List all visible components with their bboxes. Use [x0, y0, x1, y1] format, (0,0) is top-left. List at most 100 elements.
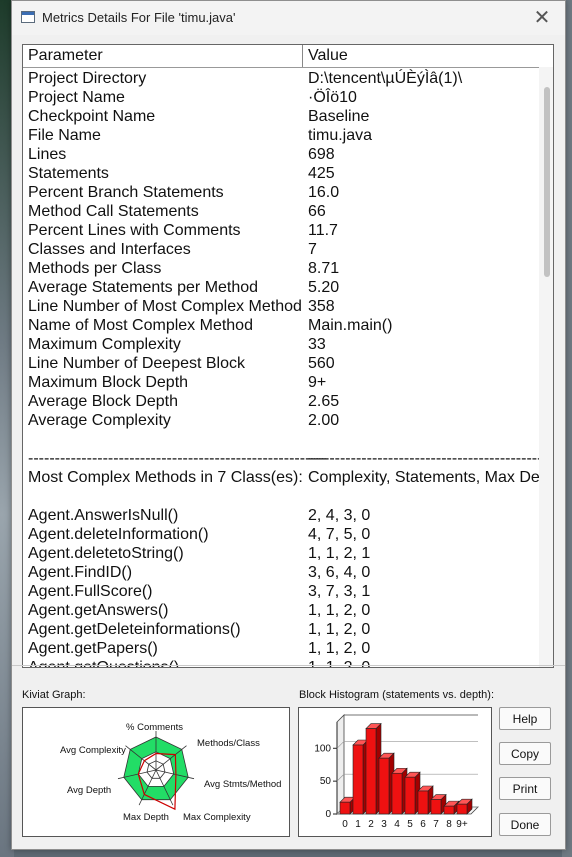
value-cell: 1, 1, 2, 0 [308, 602, 371, 619]
kiviat-axis-label: Avg Complexity [60, 745, 126, 756]
histogram-bar [417, 790, 429, 815]
table-row[interactable]: Agent.getPapers() 1, 1, 2, 0 [23, 639, 539, 658]
parameter-cell: Classes and Interfaces [28, 241, 191, 258]
vertical-scrollbar[interactable] [539, 67, 553, 667]
table-row[interactable]: Agent.getDeleteinformations() 1, 1, 2, 0 [23, 620, 539, 639]
parameter-cell: Lines [28, 146, 67, 163]
histogram-svg: 0501000 1 2 3 4 5 6 7 8 9+ [314, 714, 479, 830]
parameter-cell: Agent.deleteInformation() [28, 526, 209, 543]
kiviat-label: Kiviat Graph: [22, 689, 86, 701]
value-cell: 1, 1, 2, 0 [308, 659, 371, 668]
kiviat-graph: % Comments Methods/Class Avg Stmts/Method M… [22, 707, 290, 837]
table-row[interactable]: Average Block Depth 2.65 [23, 392, 539, 411]
histogram-bar [391, 772, 403, 815]
copy-button[interactable]: Copy [499, 742, 551, 765]
column-header-value[interactable]: Value [303, 45, 553, 67]
table-row[interactable] [23, 430, 539, 449]
table-row[interactable]: Most Complex Methods in 7 Class(es): Comp… [23, 468, 553, 487]
kiviat-axis-label: Avg Depth [67, 785, 111, 796]
table-row[interactable]: Maximum Complexity 33 [23, 335, 539, 354]
value-cell: 5.20 [308, 279, 340, 296]
close-icon[interactable]: ✕ [529, 5, 555, 31]
x-tick-label: 6 [420, 819, 426, 830]
table-row[interactable]: Agent.AnswerIsNull() 2, 4, 3, 0 [23, 506, 539, 525]
value-cell: 358 [308, 298, 335, 315]
value-cell: 16.0 [308, 184, 340, 201]
parameter-cell: Method Call Statements [28, 203, 199, 220]
print-button[interactable]: Print [499, 777, 551, 800]
table-row[interactable]: ----------------------------------------… [23, 449, 553, 468]
parameter-cell: Agent.getAnswers() [28, 602, 169, 619]
value-cell: 560 [308, 355, 335, 372]
table-row[interactable]: Project Directory D:\tencent\µÚÈýÌâ(1)\ [23, 69, 539, 88]
kiviat-svg: % Comments Methods/Class Avg Stmts/Method M… [60, 722, 281, 823]
table-row[interactable]: Name of Most Complex Method Main.main() [23, 316, 539, 335]
parameter-cell: Average Complexity [28, 412, 171, 429]
value-cell: 11.7 [308, 222, 338, 239]
histogram-bar [378, 757, 390, 815]
column-header-parameter[interactable]: Parameter [23, 45, 303, 67]
table-row[interactable]: Line Number of Deepest Block 560 [23, 354, 539, 373]
value-cell: 2.65 [308, 393, 340, 410]
table-row[interactable]: Average Statements per Method 5.20 [23, 278, 539, 297]
scrollbar-thumb[interactable] [544, 87, 550, 277]
table-row[interactable]: Method Call Statements 66 [23, 202, 539, 221]
y-tick-label: 0 [325, 809, 331, 820]
table-row[interactable]: Lines 698 [23, 145, 539, 164]
table-row[interactable]: Percent Lines with Comments 11.7 [23, 221, 539, 240]
table-row[interactable]: Agent.FullScore() 3, 7, 3, 1 [23, 582, 539, 601]
value-cell: Main.main() [308, 317, 393, 334]
table-row[interactable]: Statements 425 [23, 164, 539, 183]
parameter-cell: File Name [28, 127, 101, 144]
histogram-bar [352, 744, 364, 815]
parameter-cell: Checkpoint Name [28, 108, 156, 125]
parameter-cell: Line Number of Most Complex Method [28, 298, 302, 315]
parameter-cell: Agent.getPapers() [28, 640, 158, 657]
kiviat-axis-label: Methods/Class [197, 738, 260, 749]
help-button[interactable]: Help [499, 707, 551, 730]
value-cell: ----------------------------------------… [308, 450, 553, 467]
table-row[interactable] [23, 487, 539, 506]
done-button[interactable]: Done [499, 813, 551, 836]
parameter-cell: Methods per Class [28, 260, 162, 277]
kiviat-axis-label: Max Depth [123, 812, 169, 823]
value-cell: 4, 7, 5, 0 [308, 526, 371, 543]
kiviat-axis-label: % Comments [126, 722, 183, 733]
x-tick-label: 9+ [456, 819, 468, 830]
table-row[interactable]: Checkpoint Name Baseline [23, 107, 539, 126]
value-cell: 3, 7, 3, 1 [308, 583, 371, 600]
parameter-cell: Name of Most Complex Method [28, 317, 253, 334]
table-row[interactable]: Agent.FindID() 3, 6, 4, 0 [23, 563, 539, 582]
table-row[interactable]: Agent.getQuestions() 1, 1, 2, 0 [23, 658, 539, 668]
metrics-dialog: Metrics Details For File 'timu.java' ✕ P… [11, 0, 566, 850]
value-cell: timu.java [308, 127, 373, 144]
value-cell: D:\tencent\µÚÈýÌâ(1)\ [308, 70, 463, 87]
parameter-cell: Agent.FindID() [28, 564, 133, 581]
parameter-cell: Agent.getQuestions() [28, 659, 180, 668]
y-tick-label: 50 [320, 776, 332, 787]
table-row[interactable]: Line Number of Most Complex Method 358 [23, 297, 539, 316]
value-cell: 8.71 [308, 260, 340, 277]
parameter-cell: Agent.AnswerIsNull() [28, 507, 179, 524]
table-row[interactable]: Methods per Class 8.71 [23, 259, 539, 278]
metrics-table[interactable]: Parameter Value Project Directory D:\tenc… [22, 44, 554, 668]
value-cell: 2, 4, 3, 0 [308, 507, 371, 524]
parameter-cell: Maximum Block Depth [28, 374, 189, 391]
parameter-cell: Average Block Depth [28, 393, 179, 410]
value-cell: Complexity, Statements, Max Depth [308, 469, 554, 486]
table-row[interactable]: Project Name ·ÖÎö10 [23, 88, 539, 107]
table-row[interactable]: Agent.deleteInformation() 4, 7, 5, 0 [23, 525, 539, 544]
value-cell: 1, 1, 2, 0 [308, 640, 371, 657]
table-row[interactable]: Average Complexity 2.00 [23, 411, 539, 430]
table-row[interactable]: Agent.getAnswers() 1, 1, 2, 0 [23, 601, 539, 620]
parameter-cell: Agent.FullScore() [28, 583, 153, 600]
table-row[interactable]: Agent.deletetoString() 1, 1, 2, 1 [23, 544, 539, 563]
table-row[interactable]: File Name timu.java [23, 126, 539, 145]
histogram-bar [443, 805, 455, 815]
x-tick-label: 7 [433, 819, 439, 830]
table-row[interactable]: Classes and Interfaces 7 [23, 240, 539, 259]
table-row[interactable]: Percent Branch Statements 16.0 [23, 183, 539, 202]
value-cell: 425 [308, 165, 335, 182]
table-row[interactable]: Maximum Block Depth 9+ [23, 373, 539, 392]
x-tick-label: 4 [394, 819, 400, 830]
